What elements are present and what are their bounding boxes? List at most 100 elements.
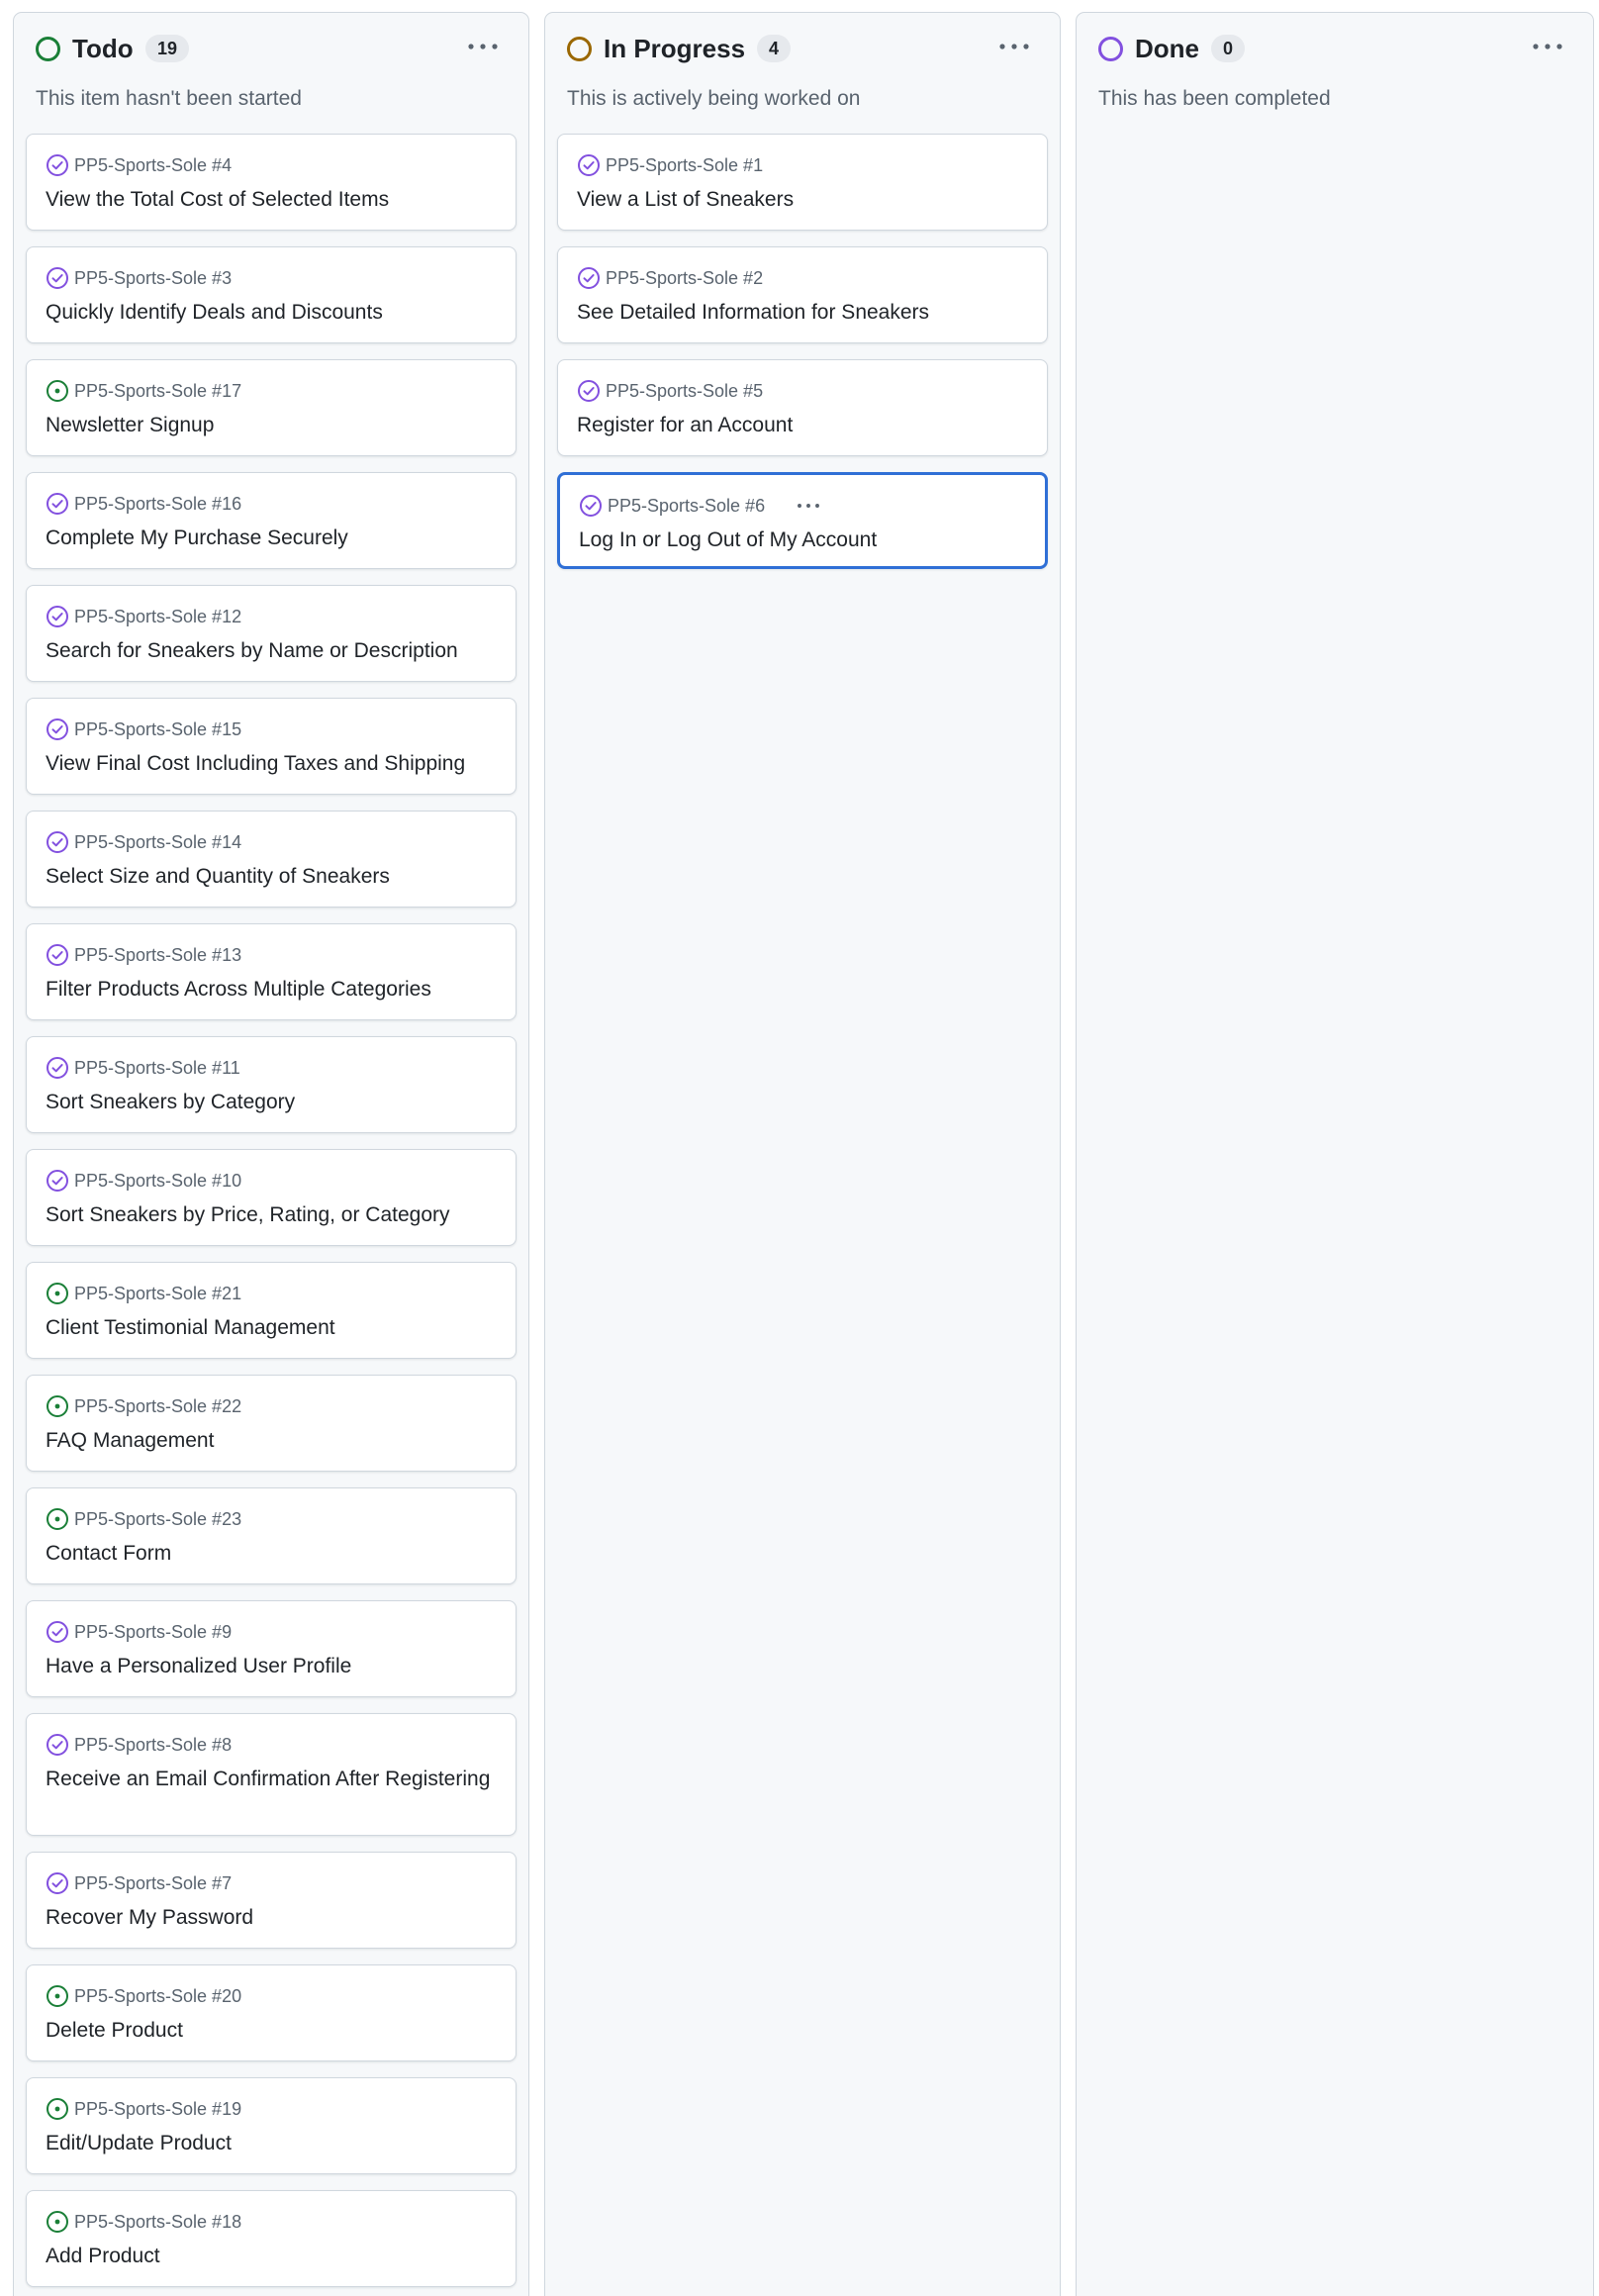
board-column-todo: Todo 19 This item hasn't been started PP5-S…	[13, 12, 529, 2296]
issue-title-link[interactable]: Edit/Update Product	[46, 2131, 502, 2156]
issue-card[interactable]: PP5-Sports-Sole #16 Complete My Purchase …	[26, 472, 517, 569]
issue-card[interactable]: PP5-Sports-Sole #5 Register for an Accoun…	[557, 359, 1048, 456]
issue-reference-link[interactable]: PP5-Sports-Sole #20	[74, 1983, 241, 2009]
issue-reference-link[interactable]: PP5-Sports-Sole #19	[74, 2096, 241, 2122]
issue-reference-link[interactable]: PP5-Sports-Sole #4	[74, 152, 232, 178]
issue-card[interactable]: PP5-Sports-Sole #3 Quickly Identify Deals…	[26, 246, 517, 343]
issue-card[interactable]: PP5-Sports-Sole #6 Log In or Log Out of M…	[557, 472, 1048, 569]
issue-closed-icon	[46, 1871, 69, 1895]
issue-reference-link[interactable]: PP5-Sports-Sole #6	[608, 493, 765, 519]
column-title: In Progress	[604, 34, 746, 63]
kebab-horizontal-icon[interactable]	[794, 499, 823, 511]
issue-title-link[interactable]: Newsletter Signup	[46, 413, 502, 438]
kebab-horizontal-icon[interactable]	[994, 33, 1034, 60]
issue-reference-link[interactable]: PP5-Sports-Sole #15	[74, 717, 241, 742]
issue-closed-icon	[46, 1733, 69, 1757]
issue-reference-link[interactable]: PP5-Sports-Sole #16	[74, 491, 241, 517]
issue-title-link[interactable]: View the Total Cost of Selected Items	[46, 187, 502, 213]
column-title: Todo	[72, 34, 134, 63]
issue-card[interactable]: PP5-Sports-Sole #23 Contact Form	[26, 1487, 517, 1584]
issue-title-link[interactable]: See Detailed Information for Sneakers	[577, 300, 1033, 326]
issue-closed-icon	[46, 943, 69, 967]
issue-reference-link[interactable]: PP5-Sports-Sole #9	[74, 1619, 232, 1645]
issue-card[interactable]: PP5-Sports-Sole #8 Receive an Email Confi…	[26, 1713, 517, 1836]
issue-reference-link[interactable]: PP5-Sports-Sole #5	[606, 378, 763, 404]
issue-card[interactable]: PP5-Sports-Sole #9 Have a Personalized Us…	[26, 1600, 517, 1697]
issue-card[interactable]: PP5-Sports-Sole #15 View Final Cost Inclu…	[26, 698, 517, 795]
issue-card[interactable]: PP5-Sports-Sole #4 View the Total Cost of…	[26, 134, 517, 231]
issue-card[interactable]: PP5-Sports-Sole #22 FAQ Management	[26, 1375, 517, 1472]
issue-reference-link[interactable]: PP5-Sports-Sole #12	[74, 604, 241, 629]
issue-closed-icon	[577, 379, 601, 403]
issue-reference-link[interactable]: PP5-Sports-Sole #1	[606, 152, 763, 178]
issue-card[interactable]: PP5-Sports-Sole #14 Select Size and Quant…	[26, 811, 517, 908]
issue-title-link[interactable]: Quickly Identify Deals and Discounts	[46, 300, 502, 326]
issue-title-link[interactable]: Recover My Password	[46, 1905, 502, 1931]
board-column-done: Done 0 This has been completed	[1076, 12, 1594, 2296]
issue-card[interactable]: PP5-Sports-Sole #13 Filter Products Acros…	[26, 923, 517, 1020]
issue-card[interactable]: PP5-Sports-Sole #1 View a List of Sneaker…	[557, 134, 1048, 231]
circle-yellow-icon	[567, 37, 592, 61]
issue-closed-icon	[46, 605, 69, 628]
issue-title-link[interactable]: Receive an Email Confirmation After Regi…	[46, 1767, 502, 1792]
issue-reference-link[interactable]: PP5-Sports-Sole #14	[74, 829, 241, 855]
issue-card[interactable]: PP5-Sports-Sole #11 Sort Sneakers by Cate…	[26, 1036, 517, 1133]
issue-title-link[interactable]: Register for an Account	[577, 413, 1033, 438]
column-title: Done	[1135, 34, 1199, 63]
issue-title-link[interactable]: Search for Sneakers by Name or Descripti…	[46, 638, 502, 664]
issue-card[interactable]: PP5-Sports-Sole #21 Client Testimonial Ma…	[26, 1262, 517, 1359]
issue-card[interactable]: PP5-Sports-Sole #20 Delete Product	[26, 1964, 517, 2061]
issue-opened-icon	[46, 1282, 69, 1305]
issue-card[interactable]: PP5-Sports-Sole #2 See Detailed Informati…	[557, 246, 1048, 343]
issue-title-link[interactable]: Contact Form	[46, 1541, 502, 1567]
issue-reference-link[interactable]: PP5-Sports-Sole #23	[74, 1506, 241, 1532]
issue-title-link[interactable]: Have a Personalized User Profile	[46, 1654, 502, 1679]
issue-title-link[interactable]: Add Product	[46, 2244, 502, 2269]
issue-reference-link[interactable]: PP5-Sports-Sole #3	[74, 265, 232, 291]
issue-title-link[interactable]: Sort Sneakers by Price, Rating, or Categ…	[46, 1202, 502, 1228]
issue-reference-link[interactable]: PP5-Sports-Sole #7	[74, 1870, 232, 1896]
issue-opened-icon	[46, 1984, 69, 2008]
issue-card[interactable]: PP5-Sports-Sole #7 Recover My Password	[26, 1852, 517, 1949]
issue-reference-link[interactable]: PP5-Sports-Sole #18	[74, 2209, 241, 2235]
issue-title-link[interactable]: Client Testimonial Management	[46, 1315, 502, 1341]
issue-title-link[interactable]: Delete Product	[46, 2018, 502, 2044]
issue-opened-icon	[46, 1507, 69, 1531]
column-item-count: 19	[145, 35, 190, 62]
issue-card[interactable]: PP5-Sports-Sole #10 Sort Sneakers by Pric…	[26, 1149, 517, 1246]
issue-reference-link[interactable]: PP5-Sports-Sole #10	[74, 1168, 241, 1194]
column-item-count: 0	[1211, 35, 1246, 62]
issue-reference-link[interactable]: PP5-Sports-Sole #13	[74, 942, 241, 968]
issue-title-link[interactable]: Complete My Purchase Securely	[46, 526, 502, 551]
issue-reference-link[interactable]: PP5-Sports-Sole #8	[74, 1732, 232, 1758]
issue-title-link[interactable]: View a List of Sneakers	[577, 187, 1033, 213]
issue-opened-icon	[46, 1394, 69, 1418]
issue-reference-link[interactable]: PP5-Sports-Sole #17	[74, 378, 241, 404]
column-header: In Progress 4 This is actively being worke…	[545, 13, 1060, 122]
issue-title-link[interactable]: Select Size and Quantity of Sneakers	[46, 864, 502, 890]
issue-title-link[interactable]: Filter Products Across Multiple Categori…	[46, 977, 502, 1003]
issue-closed-icon	[46, 266, 69, 290]
issue-card[interactable]: PP5-Sports-Sole #17 Newsletter Signup	[26, 359, 517, 456]
issue-reference-link[interactable]: PP5-Sports-Sole #2	[606, 265, 763, 291]
kebab-horizontal-icon[interactable]	[1528, 33, 1567, 60]
issue-title-link[interactable]: Sort Sneakers by Category	[46, 1090, 502, 1115]
column-header: Todo 19 This item hasn't been started	[14, 13, 528, 122]
issue-closed-icon	[46, 718, 69, 741]
issue-reference-link[interactable]: PP5-Sports-Sole #11	[74, 1055, 240, 1081]
issue-card[interactable]: PP5-Sports-Sole #12 Search for Sneakers b…	[26, 585, 517, 682]
issue-closed-icon	[46, 1620, 69, 1644]
issue-card[interactable]: PP5-Sports-Sole #18 Add Product	[26, 2190, 517, 2287]
issue-closed-icon	[46, 1169, 69, 1193]
issue-title-link[interactable]: Log In or Log Out of My Account	[579, 527, 1031, 553]
issue-title-link[interactable]: FAQ Management	[46, 1428, 502, 1454]
column-header: Done 0 This has been completed	[1077, 13, 1593, 122]
issue-card[interactable]: PP5-Sports-Sole #19 Edit/Update Product	[26, 2077, 517, 2174]
board-column-in-progress: In Progress 4 This is actively being worke…	[544, 12, 1061, 2296]
issue-reference-link[interactable]: PP5-Sports-Sole #22	[74, 1393, 241, 1419]
issue-reference-link[interactable]: PP5-Sports-Sole #21	[74, 1281, 241, 1306]
kebab-horizontal-icon[interactable]	[463, 33, 503, 60]
issue-title-link[interactable]: View Final Cost Including Taxes and Ship…	[46, 751, 502, 777]
column-description: This has been completed	[1098, 87, 1331, 110]
column-item-count: 4	[757, 35, 792, 62]
